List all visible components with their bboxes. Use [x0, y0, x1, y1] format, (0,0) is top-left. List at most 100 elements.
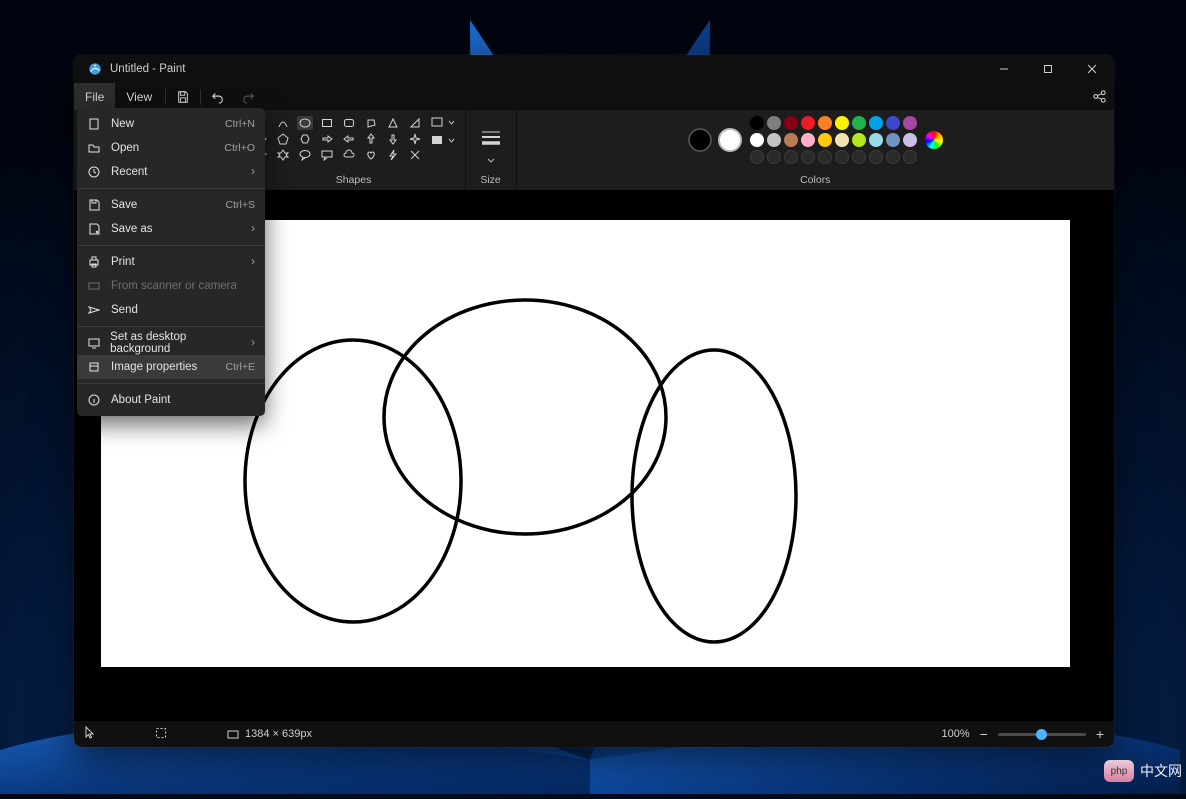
palette-swatch[interactable] [750, 150, 764, 164]
selection-icon [155, 727, 167, 742]
palette-swatch[interactable] [818, 133, 832, 147]
shape-heart[interactable] [363, 148, 379, 162]
shape-star4[interactable] [407, 132, 423, 146]
palette-swatch[interactable] [801, 116, 815, 130]
menu-desktop-bg[interactable]: Set as desktop background› [77, 331, 265, 355]
shape-more[interactable] [407, 148, 423, 162]
palette-swatch[interactable] [767, 150, 781, 164]
maximize-button[interactable] [1026, 55, 1070, 83]
shape-star6[interactable] [275, 148, 291, 162]
zoom-in-button[interactable]: + [1096, 726, 1104, 742]
menu-open[interactable]: OpenCtrl+O [77, 136, 265, 160]
menubar: File View [74, 83, 1114, 110]
shape-fill-button[interactable] [431, 134, 455, 146]
titlebar: Untitled - Paint [74, 55, 1114, 83]
palette-swatch[interactable] [886, 116, 900, 130]
shape-roundrect[interactable] [341, 116, 357, 130]
menu-save-as[interactable]: Save as› [77, 217, 265, 241]
shapes-group: Shapes [243, 110, 466, 190]
shape-right-triangle[interactable] [407, 116, 423, 130]
palette-swatch[interactable] [903, 150, 917, 164]
save-button[interactable] [168, 83, 198, 110]
palette-swatch[interactable] [801, 133, 815, 147]
menu-new[interactable]: NewCtrl+N [77, 112, 265, 136]
menu-scanner: From scanner or camera [77, 274, 265, 298]
zoom-slider[interactable] [998, 733, 1086, 736]
size-button[interactable] [476, 120, 506, 156]
file-menu: NewCtrl+N OpenCtrl+O Recent› SaveCtrl+S … [77, 108, 265, 416]
palette-swatch[interactable] [852, 133, 866, 147]
color-palette [750, 116, 917, 164]
edit-colors-button[interactable] [925, 131, 943, 149]
shape-hexagon[interactable] [297, 132, 313, 146]
menu-print[interactable]: Print› [77, 250, 265, 274]
watermark-logo [1104, 760, 1134, 782]
shape-arrow-l[interactable] [341, 132, 357, 146]
palette-swatch[interactable] [784, 116, 798, 130]
size-label: Size [480, 174, 500, 186]
close-button[interactable] [1070, 55, 1114, 83]
palette-swatch[interactable] [818, 116, 832, 130]
shape-outline-button[interactable] [431, 116, 455, 128]
shape-lightning[interactable] [385, 148, 401, 162]
minimize-button[interactable] [982, 55, 1026, 83]
shape-arrow-u[interactable] [363, 132, 379, 146]
zoom-value: 100% [941, 728, 969, 740]
shape-arrow-d[interactable] [385, 132, 401, 146]
statusbar: 1384 × 639px 100% − + [74, 721, 1114, 747]
palette-swatch[interactable] [784, 150, 798, 164]
palette-swatch[interactable] [835, 133, 849, 147]
palette-swatch[interactable] [869, 133, 883, 147]
palette-swatch[interactable] [784, 133, 798, 147]
palette-swatch[interactable] [750, 133, 764, 147]
palette-swatch[interactable] [869, 116, 883, 130]
palette-swatch[interactable] [750, 116, 764, 130]
palette-swatch[interactable] [886, 133, 900, 147]
dimensions-icon [227, 728, 239, 740]
shape-callout-rect[interactable] [319, 148, 335, 162]
shape-oval[interactable] [297, 116, 313, 130]
menu-recent[interactable]: Recent› [77, 160, 265, 184]
menu-about[interactable]: About Paint [77, 388, 265, 412]
menu-send[interactable]: Send [77, 298, 265, 322]
app-icon [84, 62, 106, 76]
shape-triangle[interactable] [385, 116, 401, 130]
palette-swatch[interactable] [869, 150, 883, 164]
colors-group: Colors [517, 110, 1114, 190]
redo-button[interactable] [233, 83, 263, 110]
palette-swatch[interactable] [835, 150, 849, 164]
cursor-icon [84, 726, 95, 742]
share-button[interactable] [1084, 83, 1114, 110]
menu-image-props[interactable]: Image propertiesCtrl+E [77, 355, 265, 379]
shape-polygon[interactable] [363, 116, 379, 130]
palette-swatch[interactable] [767, 133, 781, 147]
palette-swatch[interactable] [801, 150, 815, 164]
palette-swatch[interactable] [818, 150, 832, 164]
menu-save[interactable]: SaveCtrl+S [77, 193, 265, 217]
menu-view[interactable]: View [115, 83, 163, 110]
paint-window: Untitled - Paint File View A [74, 55, 1114, 747]
palette-swatch[interactable] [852, 116, 866, 130]
menu-file[interactable]: File [74, 83, 115, 110]
palette-swatch[interactable] [903, 133, 917, 147]
shape-cloud[interactable] [341, 148, 357, 162]
chevron-down-icon [487, 158, 495, 163]
shape-callout-round[interactable] [297, 148, 313, 162]
palette-swatch[interactable] [886, 150, 900, 164]
size-group: Size [466, 110, 517, 190]
shape-pentagon[interactable] [275, 132, 291, 146]
colors-label: Colors [800, 174, 830, 186]
palette-swatch[interactable] [835, 116, 849, 130]
color1[interactable] [688, 128, 712, 152]
undo-button[interactable] [203, 83, 233, 110]
palette-swatch[interactable] [767, 116, 781, 130]
color2[interactable] [718, 128, 742, 152]
shape-rect[interactable] [319, 116, 335, 130]
palette-swatch[interactable] [852, 150, 866, 164]
zoom-out-button[interactable]: − [980, 726, 988, 742]
watermark: 中文网 [1104, 760, 1182, 782]
shape-arrow-r[interactable] [319, 132, 335, 146]
canvas-dimensions: 1384 × 639px [245, 728, 312, 740]
palette-swatch[interactable] [903, 116, 917, 130]
shape-curve[interactable] [275, 116, 291, 130]
